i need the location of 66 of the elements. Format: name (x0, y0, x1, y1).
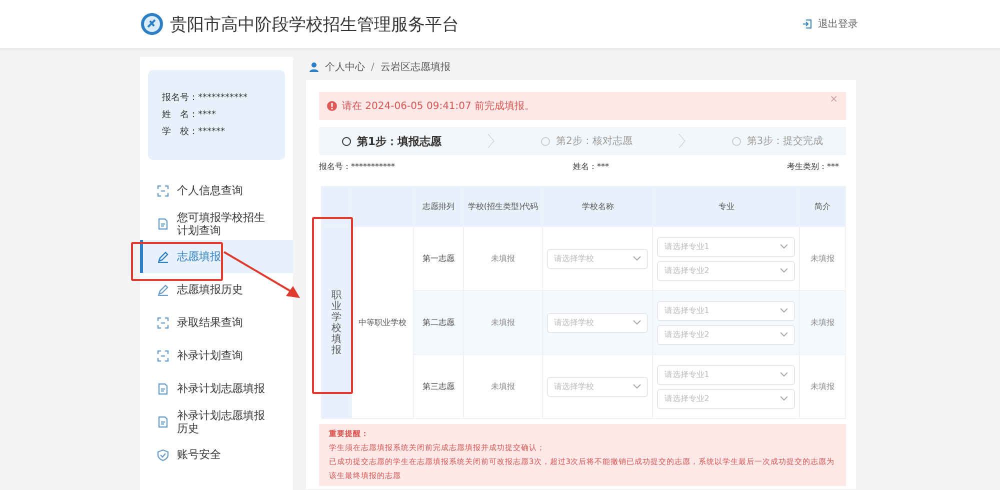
info-value: ****** (198, 127, 225, 137)
caret-icon (780, 244, 788, 249)
column-header: 学校(招生类型)代码 (463, 186, 543, 226)
caret-icon (780, 268, 788, 273)
field-value: *** (827, 162, 839, 171)
field-value: *** (597, 162, 609, 171)
breadcrumb-separator: / (371, 62, 374, 72)
sidebar-item[interactable]: 录取结果查询 (140, 306, 293, 339)
pen-icon (157, 284, 169, 296)
column-header: 简介 (800, 186, 846, 226)
scan-icon (157, 350, 169, 362)
step-item: 第3步：提交完成 (732, 134, 824, 148)
sidebar-item[interactable]: 补录计划志愿填报历史 (140, 405, 293, 438)
table-cell: 未填报 (800, 290, 846, 354)
info-label: 学 校： (162, 127, 198, 137)
table-cell: 第二志愿 (414, 290, 464, 354)
caret-icon (633, 384, 642, 389)
caret-icon (633, 320, 642, 325)
scan-icon (157, 316, 169, 328)
field-label: 报名号： (319, 162, 351, 171)
table-cell: 未填报 (463, 290, 543, 354)
table-cell: 第三志愿 (414, 354, 464, 418)
column-header: 专业 (652, 186, 800, 226)
step-item: 第2步：核对志愿 (540, 134, 632, 148)
column-header: 志愿排列 (414, 186, 464, 226)
pen-icon (157, 250, 169, 262)
group-label: 职业学校填报 (331, 290, 342, 356)
document-icon (157, 218, 169, 230)
column-header: 学校名称 (542, 186, 653, 226)
caret-icon (780, 332, 788, 337)
site-title: 贵阳市高中阶段学校招生管理服务平台 (170, 14, 459, 36)
user-icon (309, 62, 319, 72)
chevron-icon (487, 133, 496, 149)
info-label: 姓 名： (162, 110, 198, 120)
logout-link[interactable]: 退出登录 (802, 17, 858, 31)
field-value: *********** (351, 162, 395, 171)
logout-icon (802, 19, 812, 29)
table-cell: 未填报 (800, 354, 846, 418)
step-item: 第1步：填报志愿 (342, 134, 442, 148)
breadcrumb-item[interactable]: 个人中心 (325, 60, 365, 74)
sidebar-item[interactable]: 补录计划查询 (140, 339, 293, 372)
table-cell: 未填报 (463, 354, 543, 418)
sidebar-item[interactable]: 志愿填报 (140, 240, 293, 273)
breadcrumb-item[interactable]: 云岩区志愿填报 (380, 60, 450, 74)
shield-icon (157, 448, 169, 460)
sidebar-item[interactable]: 您可填报学校招生计划查询 (140, 207, 293, 240)
document-icon (157, 416, 169, 428)
warning-icon (327, 101, 337, 111)
caret-icon (633, 256, 642, 261)
field-label: 考生类别： (787, 162, 827, 171)
logo-icon (140, 12, 164, 36)
sidebar-item[interactable]: 志愿填报历史 (140, 273, 293, 306)
sidebar-item[interactable]: 账号安全 (140, 438, 293, 471)
caret-icon (780, 308, 788, 313)
caret-icon (780, 396, 788, 401)
info-label: 报名号： (162, 93, 198, 103)
info-value: **** (198, 110, 216, 120)
document-icon (157, 382, 169, 394)
sidebar-item[interactable]: 补录计划志愿填报 (140, 372, 293, 405)
chevron-icon (678, 133, 686, 149)
field-label: 姓名： (573, 162, 597, 171)
scan-icon (157, 184, 169, 196)
alert-text: 请在 2024-06-05 09:41:07 前完成填报。 (342, 100, 535, 113)
sidebar-item[interactable]: 个人信息查询 (140, 174, 293, 207)
info-value: *********** (198, 93, 248, 103)
caret-icon (780, 372, 788, 377)
